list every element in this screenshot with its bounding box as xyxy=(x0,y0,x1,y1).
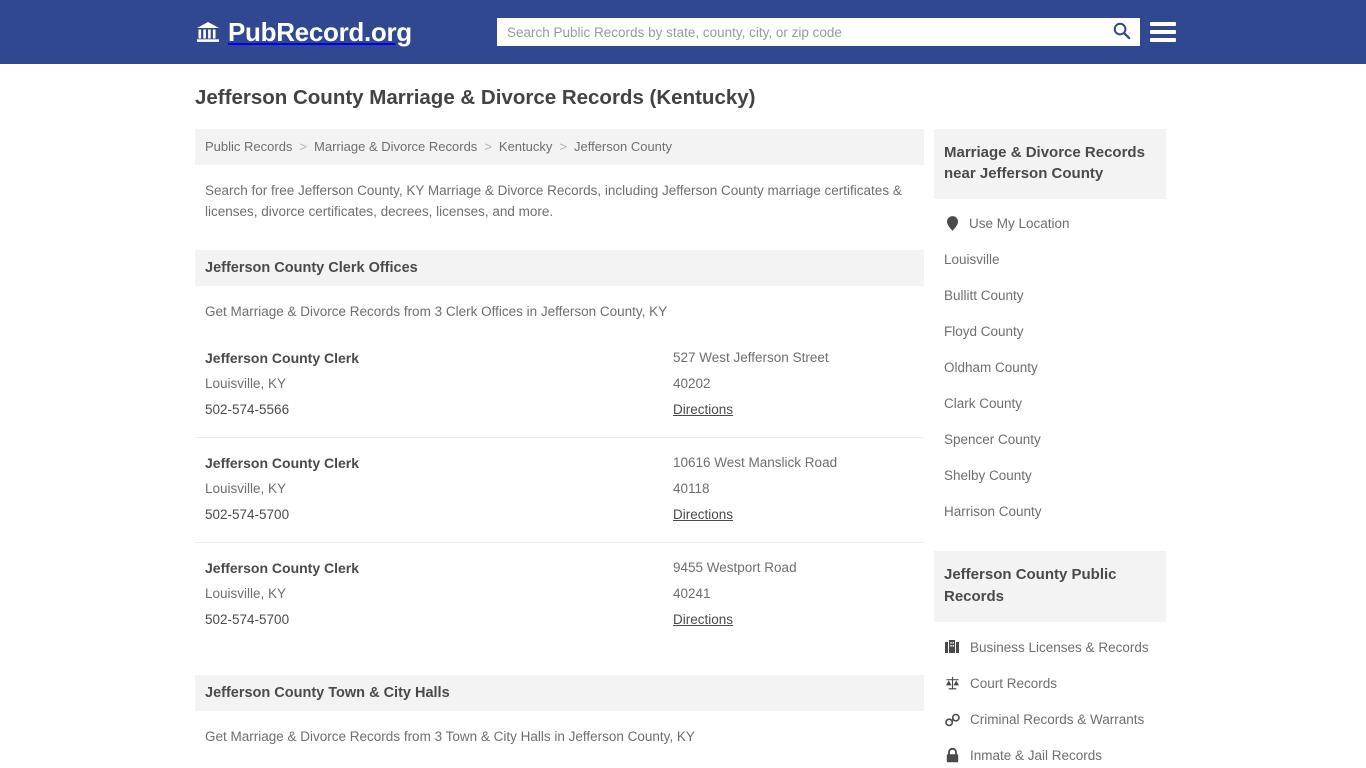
office-street: 527 West Jefferson Street xyxy=(673,350,829,366)
breadcrumb-item-marriage-divorce-records[interactable]: Marriage & Divorce Records xyxy=(314,139,477,154)
table-row: Louisville City Hall Louisville, KY 502-… xyxy=(195,758,924,768)
bank-building-icon xyxy=(195,19,221,45)
page-title: Jefferson County Marriage & Divorce Reco… xyxy=(195,86,756,109)
search-input[interactable] xyxy=(497,18,1102,46)
directions-link[interactable]: Directions xyxy=(673,397,733,423)
search-icon xyxy=(1112,21,1131,43)
office-street: 10616 West Manslick Road xyxy=(673,455,838,471)
sidebar-item-label: Floyd County xyxy=(944,323,1024,339)
hamburger-bar xyxy=(1150,22,1176,26)
handcuffs-icon xyxy=(944,713,960,727)
directions-link[interactable]: Directions xyxy=(673,502,733,528)
breadcrumb-separator: > xyxy=(484,139,492,155)
page-body: Jefferson County Marriage & Divorce Reco… xyxy=(0,64,1366,768)
section-heading-town-city-halls: Jefferson County Town & City Halls xyxy=(195,675,924,712)
sidebar-item-bullitt-county[interactable]: Bullitt County xyxy=(934,277,1166,313)
hamburger-menu-icon[interactable] xyxy=(1150,18,1176,46)
office-name[interactable]: Jefferson County Clerk xyxy=(205,450,673,476)
sidebar-item-label: Oldham County xyxy=(944,359,1038,375)
table-row: Jefferson County Clerk Louisville, KY 50… xyxy=(195,542,924,647)
sidebar-item-label: Inmate & Jail Records xyxy=(970,748,1103,764)
office-zip: 40202 xyxy=(673,376,711,392)
public-records-list: Business Licenses & Records Court Record… xyxy=(934,622,1166,768)
sidebar-item-louisville[interactable]: Louisville xyxy=(934,241,1166,277)
office-city: Louisville, KY xyxy=(205,586,287,602)
lock-icon xyxy=(944,748,960,763)
office-zip: 40118 xyxy=(673,481,710,497)
office-address: 9455 Westport Road 40241 Directions xyxy=(673,555,914,633)
directions-link[interactable]: Directions xyxy=(673,607,733,633)
public-records-panel: Jefferson County Public Records Business… xyxy=(934,551,1166,768)
sidebar-item-court-records[interactable]: Court Records xyxy=(934,666,1166,702)
sidebar-item-label: Business Licenses & Records xyxy=(970,640,1149,656)
sidebar-item-label: Clark County xyxy=(944,395,1023,411)
sidebar-item-label: Court Records xyxy=(970,676,1058,692)
office-details: Jefferson County Clerk Louisville, KY 50… xyxy=(205,555,673,633)
sidebar-item-label: Criminal Records & Warrants xyxy=(970,712,1145,728)
sidebar-item-business-licenses[interactable]: Business Licenses & Records xyxy=(934,630,1166,666)
nearby-records-heading: Marriage & Divorce Records near Jefferso… xyxy=(934,128,1166,200)
sidebar-item-use-my-location[interactable]: Use My Location xyxy=(934,205,1166,241)
breadcrumb-item-public-records[interactable]: Public Records xyxy=(205,139,292,154)
sidebar-item-label: Bullitt County xyxy=(944,287,1024,303)
office-phone[interactable]: 502-574-5700 xyxy=(205,607,673,633)
office-street: 9455 Westport Road xyxy=(673,560,797,576)
office-name[interactable]: Jefferson County Clerk xyxy=(205,555,673,581)
site-header: PubRecord.org xyxy=(0,0,1366,64)
table-row: Jefferson County Clerk Louisville, KY 50… xyxy=(195,437,924,542)
office-city: Louisville, KY xyxy=(205,481,287,497)
building-icon xyxy=(944,640,960,655)
hamburger-bar xyxy=(1150,30,1176,34)
site-logo-text: PubRecord.org xyxy=(228,17,412,47)
content-columns: Public Records > Marriage & Divorce Reco… xyxy=(195,128,1366,768)
sidebar: Marriage & Divorce Records near Jefferso… xyxy=(934,128,1166,768)
sidebar-item-label: Use My Location xyxy=(969,215,1070,231)
table-row: Jefferson County Clerk Louisville, KY 50… xyxy=(195,333,924,437)
sidebar-item-spencer-county[interactable]: Spencer County xyxy=(934,421,1166,457)
sidebar-item-label: Harrison County xyxy=(944,503,1042,519)
breadcrumb-separator: > xyxy=(299,139,308,155)
sidebar-item-clark-county[interactable]: Clark County xyxy=(934,385,1166,421)
scales-of-justice-icon xyxy=(944,676,960,691)
sidebar-item-inmate-jail-records[interactable]: Inmate & Jail Records xyxy=(934,738,1166,768)
office-phone[interactable]: 502-574-5700 xyxy=(205,502,673,528)
office-address: 527 West Jefferson Street 40202 Directio… xyxy=(673,345,914,423)
clerk-offices-list: Jefferson County Clerk Louisville, KY 50… xyxy=(195,333,924,647)
breadcrumb-item-jefferson-county[interactable]: Jefferson County xyxy=(574,139,672,154)
sidebar-item-criminal-records[interactable]: Criminal Records & Warrants xyxy=(934,702,1166,738)
office-address: 10616 West Manslick Road 40118 Direction… xyxy=(673,450,914,528)
public-records-heading: Jefferson County Public Records xyxy=(934,551,1166,622)
search-bar xyxy=(497,18,1140,46)
sidebar-item-oldham-county[interactable]: Oldham County xyxy=(934,349,1166,385)
sidebar-item-label: Spencer County xyxy=(944,431,1041,447)
section-subtitle-town-city-halls: Get Marriage & Divorce Records from 3 To… xyxy=(205,729,695,745)
nearby-records-panel: Marriage & Divorce Records near Jefferso… xyxy=(934,128,1166,530)
breadcrumb-item-kentucky[interactable]: Kentucky xyxy=(499,139,552,154)
section-heading-clerk-offices: Jefferson County Clerk Offices xyxy=(195,250,924,287)
sidebar-item-label: Louisville xyxy=(944,251,1000,267)
page-intro-text: Search for free Jefferson County, KY Mar… xyxy=(205,182,902,219)
breadcrumb: Public Records > Marriage & Divorce Reco… xyxy=(195,128,924,165)
map-pin-icon xyxy=(944,215,960,231)
sidebar-item-harrison-county[interactable]: Harrison County xyxy=(934,493,1166,529)
sidebar-item-floyd-county[interactable]: Floyd County xyxy=(934,313,1166,349)
office-name[interactable]: Jefferson County Clerk xyxy=(205,345,673,371)
breadcrumb-separator: > xyxy=(559,139,567,155)
search-button[interactable] xyxy=(1102,18,1140,46)
sidebar-item-shelby-county[interactable]: Shelby County xyxy=(934,457,1166,493)
sidebar-item-label: Shelby County xyxy=(944,467,1032,483)
office-phone[interactable]: 502-574-5566 xyxy=(205,397,673,423)
office-details: Jefferson County Clerk Louisville, KY 50… xyxy=(205,345,673,423)
nearby-records-list: Use My Location Louisville Bullitt Count… xyxy=(934,199,1166,529)
office-zip: 40241 xyxy=(673,586,711,602)
hamburger-bar xyxy=(1150,38,1176,42)
site-logo[interactable]: PubRecord.org xyxy=(195,19,412,45)
office-city: Louisville, KY xyxy=(205,376,287,392)
main-content: Public Records > Marriage & Divorce Reco… xyxy=(195,128,924,768)
section-subtitle-clerk-offices: Get Marriage & Divorce Records from 3 Cl… xyxy=(205,304,668,320)
office-details: Jefferson County Clerk Louisville, KY 50… xyxy=(205,450,673,528)
town-city-halls-list: Louisville City Hall Louisville, KY 502-… xyxy=(195,758,924,768)
